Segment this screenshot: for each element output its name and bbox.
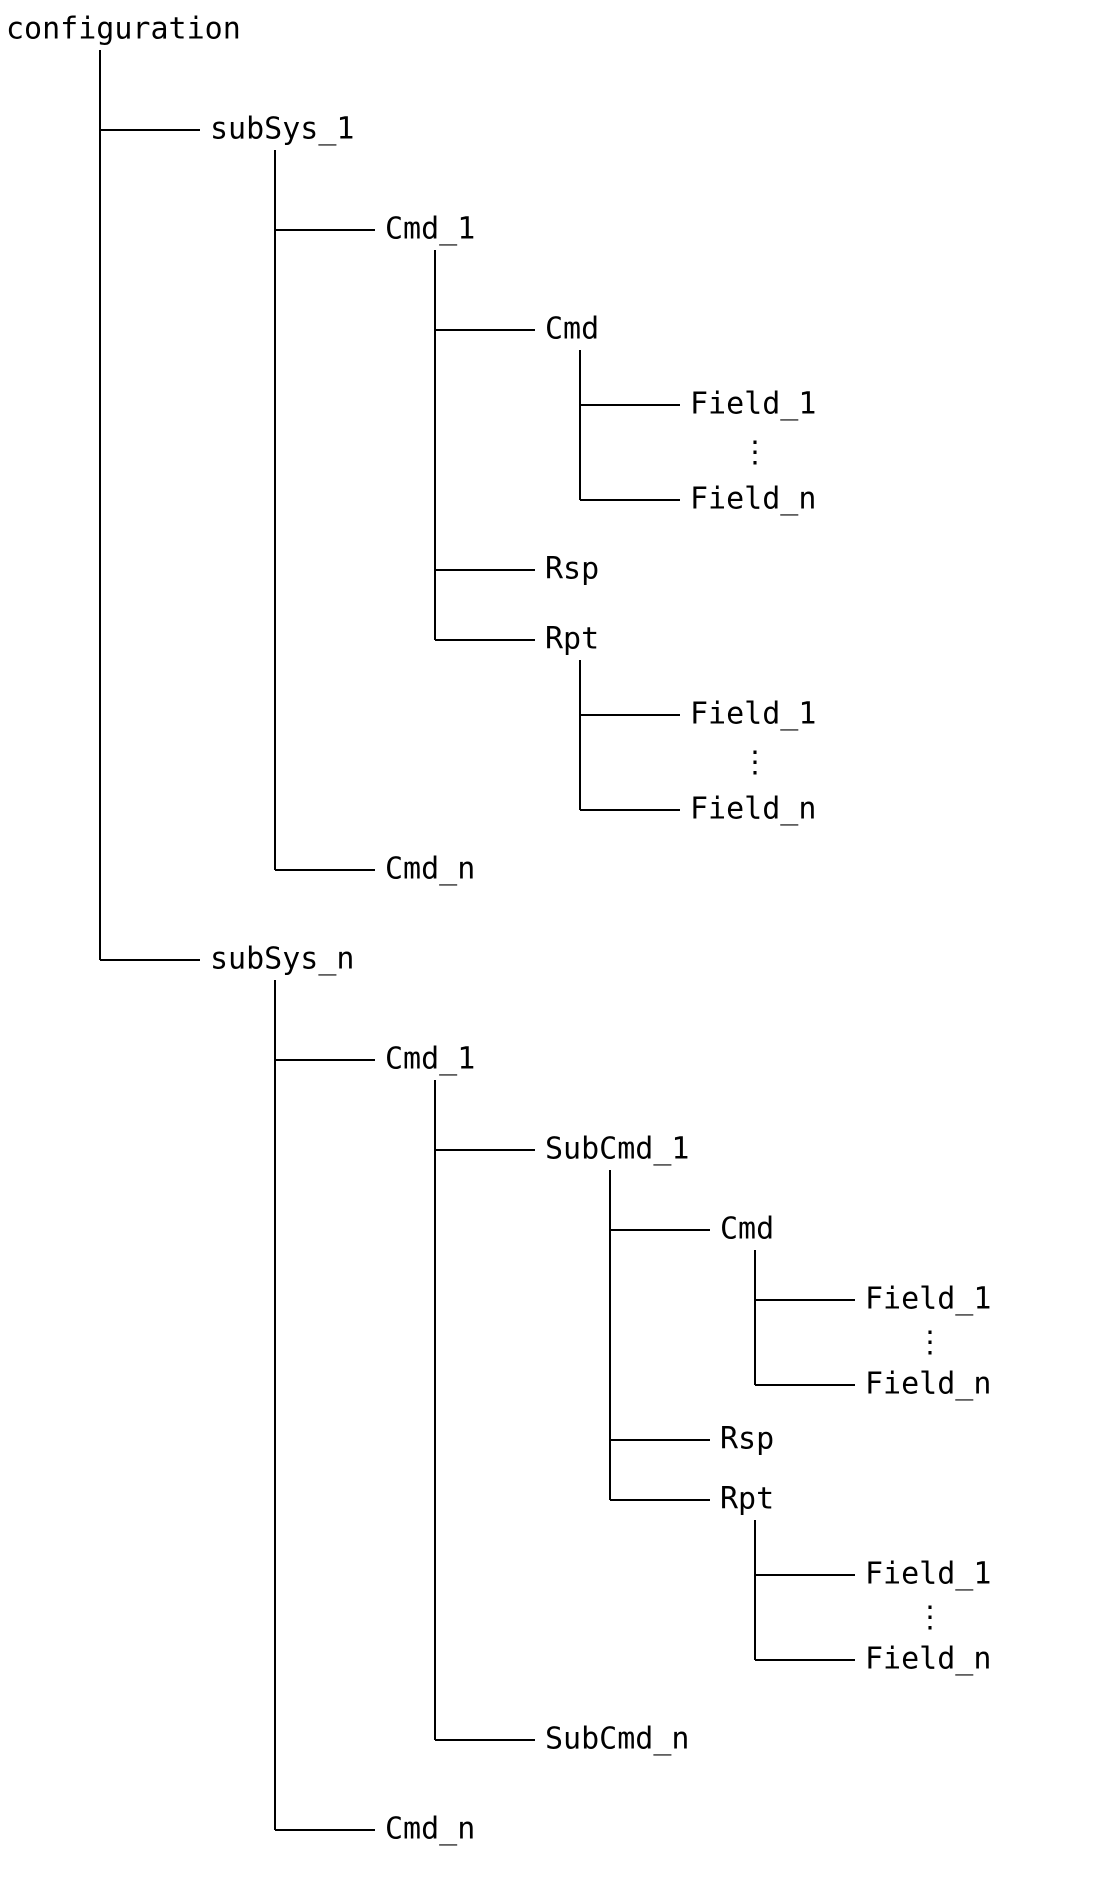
- node-ss1-rpt: Rpt: [545, 622, 599, 657]
- node-ss1-cmd1: Cmd_1: [385, 212, 475, 247]
- node-ss1-rsp: Rsp: [545, 552, 599, 587]
- node-ssn-rpt-fieldn: Field_n: [865, 1642, 991, 1677]
- node-ssn-rpt-field1: Field_1: [865, 1557, 991, 1592]
- node-ss1-cmdn: Cmd_n: [385, 852, 475, 887]
- node-ssn-rpt: Rpt: [720, 1482, 774, 1517]
- node-ss1-rpt-fieldn: Field_n: [690, 792, 816, 827]
- node-ssn-cmd: Cmd: [720, 1212, 774, 1247]
- node-ssn-cmd-fieldn: Field_n: [865, 1367, 991, 1402]
- vdots-icon: ⋮: [740, 436, 768, 469]
- node-ss1-cmd-fieldn: Field_n: [690, 482, 816, 517]
- node-configuration: configuration: [6, 12, 241, 47]
- node-ssn-cmd-field1: Field_1: [865, 1282, 991, 1317]
- vdots-icon: ⋮: [915, 1326, 943, 1359]
- node-ss1-cmd-field1: Field_1: [690, 387, 816, 422]
- node-subsys-1: subSys_1: [210, 112, 355, 147]
- vdots-icon: ⋮: [915, 1601, 943, 1634]
- node-subsys-n: subSys_n: [210, 942, 355, 977]
- node-ssn-rsp: Rsp: [720, 1422, 774, 1457]
- node-ss1-rpt-field1: Field_1: [690, 697, 816, 732]
- node-ssn-cmd1: Cmd_1: [385, 1042, 475, 1077]
- node-ss1-cmd: Cmd: [545, 312, 599, 347]
- node-ssn-subcmdn: SubCmd_n: [545, 1722, 690, 1757]
- node-ssn-cmdn: Cmd_n: [385, 1812, 475, 1847]
- node-ssn-subcmd1: SubCmd_1: [545, 1132, 690, 1167]
- tree-diagram: configuration subSys_1 subSys_n Cmd_1 Cm…: [0, 0, 1118, 1880]
- vdots-icon: ⋮: [740, 746, 768, 779]
